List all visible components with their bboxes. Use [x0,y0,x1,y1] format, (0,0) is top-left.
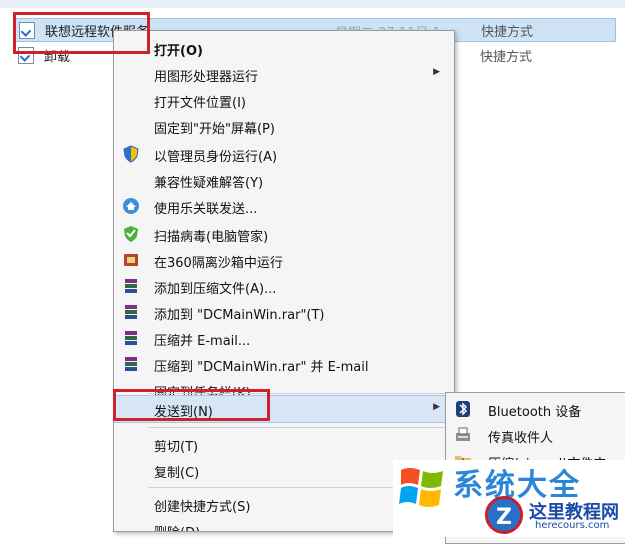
menu-item-open[interactable]: 打开(O) [114,35,454,61]
menu-item-cut[interactable]: 剪切(T) [114,431,454,457]
menu-item-label: 压缩到 "DCMainWin.rar" 并 E-mail [154,360,369,375]
menu-item-label: 创建快捷方式(S) [154,500,251,515]
file-type: 快捷方式 [481,25,534,40]
share-app-icon [122,197,140,215]
submenu-arrow-icon: ▶ [433,402,440,412]
menu-item-run-as-admin[interactable]: 以管理员身份运行(A) [114,141,454,167]
menu-item-label: 在360隔离沙箱中运行 [154,256,283,271]
menu-item-label: 固定到"开始"屏幕(P) [154,122,275,137]
watermark-badge-icon: Z [485,496,523,534]
menu-item-open-file-location[interactable]: 打开文件位置(I) [114,87,454,113]
winrar-icon [122,303,140,321]
menu-item-run-with-gpu[interactable]: 用图形处理器运行 ▶ [114,61,454,87]
highlight-box-send-to [113,389,270,421]
bluetooth-icon [454,400,472,418]
submenu-item-fax[interactable]: 传真收件人 [446,421,625,447]
fax-icon [454,426,472,444]
menu-item-label: 添加到 "DCMainWin.rar"(T) [154,308,325,323]
winrar-icon [122,355,140,373]
menu-separator [148,427,448,428]
antivirus-shield-icon [122,225,140,243]
menu-item-add-to-archive[interactable]: 添加到压缩文件(A)... [114,273,454,299]
menu-item-pin-to-start[interactable]: 固定到"开始"屏幕(P) [114,113,454,139]
menu-item-scan-virus[interactable]: 扫描病毒(电脑管家) [114,221,454,247]
menu-item-add-to-rar[interactable]: 添加到 "DCMainWin.rar"(T) [114,299,454,325]
menu-item-compress-rar-email[interactable]: 压缩到 "DCMainWin.rar" 并 E-mail [114,351,454,377]
menu-item-label: 扫描病毒(电脑管家) [154,230,269,245]
menu-item-label: 压缩并 E-mail... [154,334,251,349]
submenu-item-label: Bluetooth 设备 [488,405,582,420]
menu-item-label: 兼容性疑难解答(Y) [154,176,264,191]
file-type: 快捷方式 [480,50,533,65]
windows-logo-icon [399,464,445,510]
menu-item-label: 打开(O) [154,44,203,59]
menu-item-compress-email[interactable]: 压缩并 E-mail... [114,325,454,351]
sandbox-icon [122,251,140,269]
menu-item-share-send[interactable]: 使用乐关联发送... [114,193,454,219]
context-menu: 打开(O) 用图形处理器运行 ▶ 打开文件位置(I) 固定到"开始"屏幕(P) … [113,30,455,532]
menu-item-label: 删除(D) [154,522,200,531]
menu-item-label: 使用乐关联发送... [154,202,258,217]
submenu-item-bluetooth[interactable]: Bluetooth 设备 [446,395,625,421]
winrar-icon [122,277,140,295]
menu-item-360-sandbox[interactable]: 在360隔离沙箱中运行 [114,247,454,273]
menu-item-label: 添加到压缩文件(A)... [154,282,277,297]
explorer-top-strip [0,0,625,8]
submenu-item-label: 传真收件人 [488,431,554,446]
menu-item-label: 以管理员身份运行(A) [154,150,278,165]
watermark-site-url: herecours.com [535,520,610,531]
menu-item-label: 用图形处理器运行 [154,70,259,85]
menu-item-compat-troubleshoot[interactable]: 兼容性疑难解答(Y) [114,167,454,193]
menu-item-label: 剪切(T) [154,440,199,455]
submenu-arrow-icon: ▶ [433,67,440,77]
menu-item-label: 打开文件位置(I) [154,96,246,111]
shield-icon [122,145,140,163]
winrar-icon [122,329,140,347]
highlight-box-file [13,12,150,54]
menu-item-label: 复制(C) [154,466,200,481]
watermark: 系统大全 W Z 这里教程网 herecours.com [393,460,625,537]
